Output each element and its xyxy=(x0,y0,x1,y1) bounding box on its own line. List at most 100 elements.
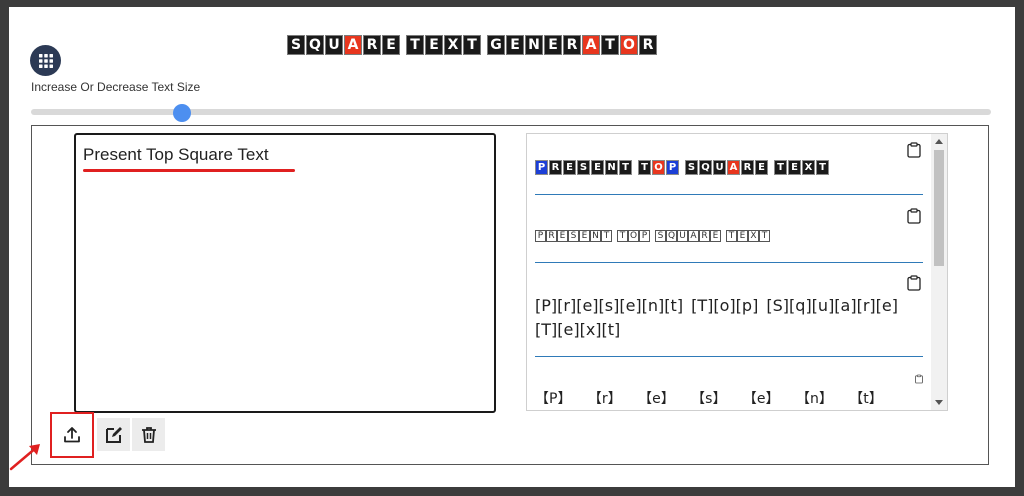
upload-icon xyxy=(64,427,80,443)
title-letter-tile: A xyxy=(582,35,600,55)
annotation-arrow-icon xyxy=(9,444,40,471)
result-separator xyxy=(535,356,923,357)
clipboard-icon[interactable] xyxy=(907,275,921,291)
outlined-square-letter: P xyxy=(639,230,650,242)
outlined-square-letter: T xyxy=(726,230,737,242)
clipboard-icon[interactable] xyxy=(915,374,923,384)
outlined-square-letter: S xyxy=(655,230,666,242)
clipboard-icon[interactable] xyxy=(907,208,921,224)
outlined-square-letter: S xyxy=(568,230,579,242)
title-letter-tile: R xyxy=(639,35,657,55)
outlined-word: PRESENT xyxy=(535,230,612,242)
title-word: SQUARE xyxy=(287,35,401,55)
square-letter: T xyxy=(638,160,651,175)
square-letter: R xyxy=(741,160,754,175)
square-letter: E xyxy=(591,160,604,175)
result-bracketed[interactable]: [P][r][e][s][e][n][t] [T][o][p] [S][q][u… xyxy=(535,294,907,342)
outlined-square-letter: T xyxy=(759,230,770,242)
square-letter: A xyxy=(727,160,740,175)
square-letter: P xyxy=(666,160,679,175)
title-letter-tile: T xyxy=(463,35,481,55)
title-letter-tile: T xyxy=(601,35,619,55)
clipboard-icon[interactable] xyxy=(907,142,921,158)
page-title-logo: SQUARETEXTGENERATOR xyxy=(287,35,658,55)
outlined-square-letter: Q xyxy=(666,230,677,242)
text-size-label: Increase Or Decrease Text Size xyxy=(31,80,201,94)
title-letter-tile: Q xyxy=(306,35,324,55)
square-letter: X xyxy=(802,160,815,175)
input-textarea[interactable]: Present Top Square Text xyxy=(74,133,496,413)
square-letter: E xyxy=(788,160,801,175)
title-letter-tile: G xyxy=(487,35,505,55)
outlined-square-letter: E xyxy=(737,230,748,242)
title-letter-tile: X xyxy=(444,35,462,55)
title-letter-tile: E xyxy=(425,35,443,55)
title-letter-tile: O xyxy=(620,35,638,55)
trash-icon xyxy=(141,426,156,443)
outlined-square-letter: U xyxy=(677,230,688,242)
result-lenticular[interactable]: 【P】 【r】 【e】 【s】 【e】 【n】 【t】 【T】 xyxy=(535,388,915,410)
outlined-square-letter: R xyxy=(546,230,557,242)
title-word: TEXT xyxy=(406,35,482,55)
result-separator xyxy=(535,262,923,263)
square-letter: S xyxy=(685,160,698,175)
editor-actions xyxy=(50,412,167,458)
title-letter-tile: E xyxy=(544,35,562,55)
title-letter-tile: E xyxy=(382,35,400,55)
outlined-square-letter: O xyxy=(628,230,639,242)
scroll-up-arrow-icon[interactable] xyxy=(935,139,943,144)
title-letter-tile: T xyxy=(406,35,424,55)
square-letter: P xyxy=(535,160,548,175)
grid-icon xyxy=(38,53,53,68)
outlined-square-letter: T xyxy=(617,230,628,242)
square-letter: R xyxy=(549,160,562,175)
outlined-square-letter: P xyxy=(535,230,546,242)
outlined-word: TEXT xyxy=(726,230,770,242)
title-letter-tile: N xyxy=(525,35,543,55)
scrollbar-thumb[interactable] xyxy=(934,150,944,266)
scroll-down-arrow-icon[interactable] xyxy=(935,400,943,405)
apps-grid-button[interactable] xyxy=(30,45,61,76)
output-results-panel: PRESENTTOPSQUARETEXT PRESENTTOPSQUARETEX… xyxy=(526,133,948,411)
title-letter-tile: S xyxy=(287,35,305,55)
square-letter: T xyxy=(774,160,787,175)
page: SQUARETEXTGENERATOR Increase Or Decrease… xyxy=(9,7,1015,487)
outlined-square-letter: E xyxy=(710,230,721,242)
outlined-word: SQUARE xyxy=(655,230,721,242)
square-letter: E xyxy=(755,160,768,175)
output-scrollbar[interactable] xyxy=(931,134,947,410)
outlined-square-letter: A xyxy=(688,230,699,242)
outlined-square-letter: X xyxy=(748,230,759,242)
text-size-slider-thumb[interactable] xyxy=(173,104,191,122)
result-square-outline[interactable]: PRESENTTOPSQUARETEXT xyxy=(535,230,775,242)
square-letter: S xyxy=(577,160,590,175)
square-letter: E xyxy=(563,160,576,175)
title-letter-tile: R xyxy=(363,35,381,55)
result-separator xyxy=(535,194,923,195)
square-letter: N xyxy=(605,160,618,175)
outlined-square-letter: R xyxy=(699,230,710,242)
square-letter: Q xyxy=(699,160,712,175)
outlined-square-letter: E xyxy=(579,230,590,242)
title-word: GENERATOR xyxy=(487,35,658,55)
title-letter-tile: U xyxy=(325,35,343,55)
square-letter: T xyxy=(816,160,829,175)
result-square-filled[interactable]: PRESENTTOPSQUARETEXT xyxy=(535,160,835,175)
upload-button[interactable] xyxy=(50,412,94,458)
square-letter: T xyxy=(619,160,632,175)
input-text: Present Top Square Text xyxy=(83,145,269,164)
spellcheck-underline xyxy=(83,169,295,172)
outlined-square-letter: T xyxy=(601,230,612,242)
square-letter: U xyxy=(713,160,726,175)
title-letter-tile: R xyxy=(563,35,581,55)
generator-panel: Present Top Square Text P R E S E N T T … xyxy=(31,125,989,465)
title-letter-tile: E xyxy=(506,35,524,55)
outlined-square-letter: N xyxy=(590,230,601,242)
outlined-word: TOP xyxy=(617,230,650,242)
outlined-square-letter: E xyxy=(557,230,568,242)
edit-button[interactable] xyxy=(97,418,130,451)
edit-icon xyxy=(105,426,122,443)
square-letter: O xyxy=(652,160,665,175)
delete-button[interactable] xyxy=(132,418,165,451)
title-letter-tile: A xyxy=(344,35,362,55)
